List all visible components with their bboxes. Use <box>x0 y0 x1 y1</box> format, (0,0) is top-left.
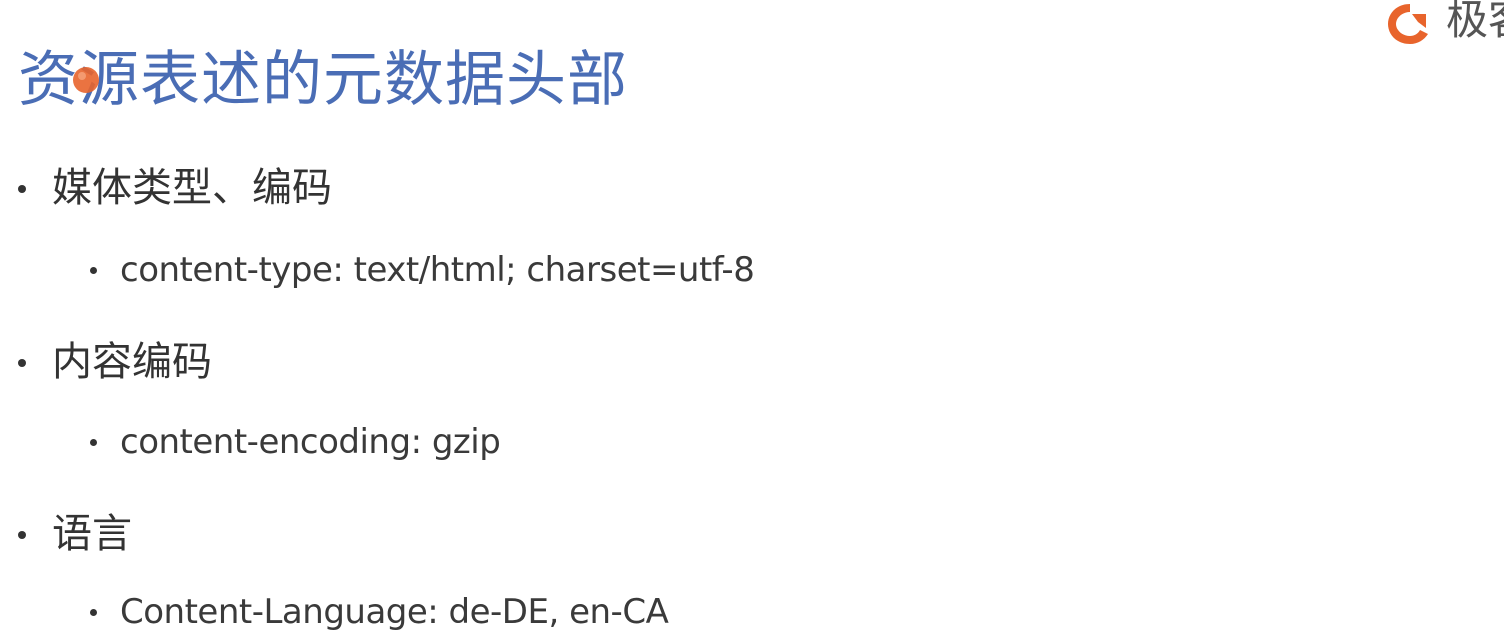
bullet-detail: content-encoding: gzip <box>120 422 501 462</box>
slide-title: 资源表述的元数据头部 <box>18 45 628 116</box>
bullet-heading: 内容编码 <box>52 339 212 385</box>
list-item: 内容编码 <box>18 338 212 386</box>
bullet-dot-icon <box>18 531 26 539</box>
bullet-dot-icon <box>90 609 97 616</box>
bullet-dot-icon <box>90 439 97 446</box>
list-item: Content-Language: de-DE, en-CA <box>90 590 669 634</box>
bullet-detail: content-type: text/html; charset=utf-8 <box>120 250 755 290</box>
brand-logo: 极客 <box>1382 0 1504 50</box>
bullet-dot-icon <box>90 267 97 274</box>
bullet-detail: Content-Language: de-DE, en-CA <box>120 592 669 632</box>
bullet-heading: 媒体类型、编码 <box>52 165 332 211</box>
list-item: content-type: text/html; charset=utf-8 <box>90 248 755 292</box>
bullet-dot-icon <box>18 359 26 367</box>
laser-pointer-icon <box>73 67 99 93</box>
bullet-heading: 语言 <box>52 511 132 557</box>
slide: 资源表述的元数据头部 极客 媒体类型、编码 content-type: text… <box>0 0 1504 644</box>
list-item: 媒体类型、编码 <box>18 164 332 212</box>
bullet-dot-icon <box>18 185 26 193</box>
logo-text: 极客 <box>1446 0 1504 44</box>
list-item: content-encoding: gzip <box>90 420 501 464</box>
list-item: 语言 <box>18 510 132 558</box>
geek-logo-icon <box>1388 4 1428 44</box>
